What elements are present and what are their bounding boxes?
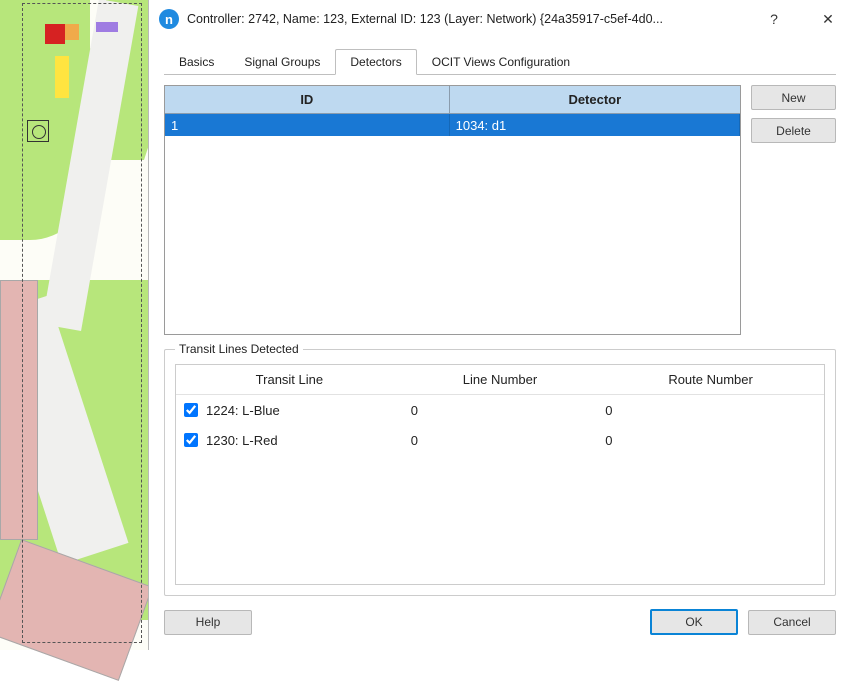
col-transit-line[interactable]: Transit Line xyxy=(176,372,403,387)
line-number-cell[interactable]: 0 xyxy=(403,403,597,418)
controller-dialog: n Controller: 2742, Name: 123, External … xyxy=(148,0,851,650)
table-row[interactable]: 1224: L-Blue 0 0 xyxy=(176,395,824,425)
detectors-grid-header: ID Detector xyxy=(165,86,740,114)
cell-id: 1 xyxy=(165,114,450,136)
close-button[interactable]: ✕ xyxy=(805,3,851,35)
col-line-number[interactable]: Line Number xyxy=(403,372,597,387)
help-button-bottom[interactable]: Help xyxy=(164,610,252,635)
cancel-button[interactable]: Cancel xyxy=(748,610,836,635)
col-route-number[interactable]: Route Number xyxy=(597,372,824,387)
transit-header: Transit Line Line Number Route Number xyxy=(176,365,824,395)
transit-checkbox[interactable] xyxy=(184,403,198,417)
line-number-cell[interactable]: 0 xyxy=(403,433,597,448)
transit-lines-group: Transit Lines Detected Transit Line Line… xyxy=(164,349,836,596)
tabstrip: Basics Signal Groups Detectors OCIT View… xyxy=(164,46,836,74)
table-row[interactable]: 1230: L-Red 0 0 xyxy=(176,425,824,455)
tab-basics[interactable]: Basics xyxy=(164,49,229,75)
ok-button[interactable]: OK xyxy=(650,609,738,635)
tab-signal-groups[interactable]: Signal Groups xyxy=(229,49,335,75)
cell-detector: 1034: d1 xyxy=(450,114,740,136)
delete-button[interactable]: Delete xyxy=(751,118,836,143)
new-button[interactable]: New xyxy=(751,85,836,110)
transit-line-label: 1224: L-Blue xyxy=(206,403,280,418)
help-button[interactable]: ? xyxy=(751,3,797,35)
transit-checkbox[interactable] xyxy=(184,433,198,447)
col-detector[interactable]: Detector xyxy=(450,86,740,113)
window-title: Controller: 2742, Name: 123, External ID… xyxy=(187,12,743,26)
group-legend: Transit Lines Detected xyxy=(175,342,303,356)
app-icon: n xyxy=(159,9,179,29)
col-id[interactable]: ID xyxy=(165,86,450,113)
route-number-cell[interactable]: 0 xyxy=(597,433,824,448)
titlebar: n Controller: 2742, Name: 123, External … xyxy=(149,0,851,38)
transit-line-label: 1230: L-Red xyxy=(206,433,278,448)
table-row[interactable]: 1 1034: d1 xyxy=(165,114,740,136)
detectors-grid[interactable]: ID Detector 1 1034: d1 xyxy=(164,85,741,335)
bottom-bar: Help OK Cancel xyxy=(164,608,836,636)
tab-ocit-views[interactable]: OCIT Views Configuration xyxy=(417,49,585,75)
transit-lines-table[interactable]: Transit Line Line Number Route Number 12… xyxy=(175,364,825,585)
tab-detectors[interactable]: Detectors xyxy=(335,49,416,75)
route-number-cell[interactable]: 0 xyxy=(597,403,824,418)
